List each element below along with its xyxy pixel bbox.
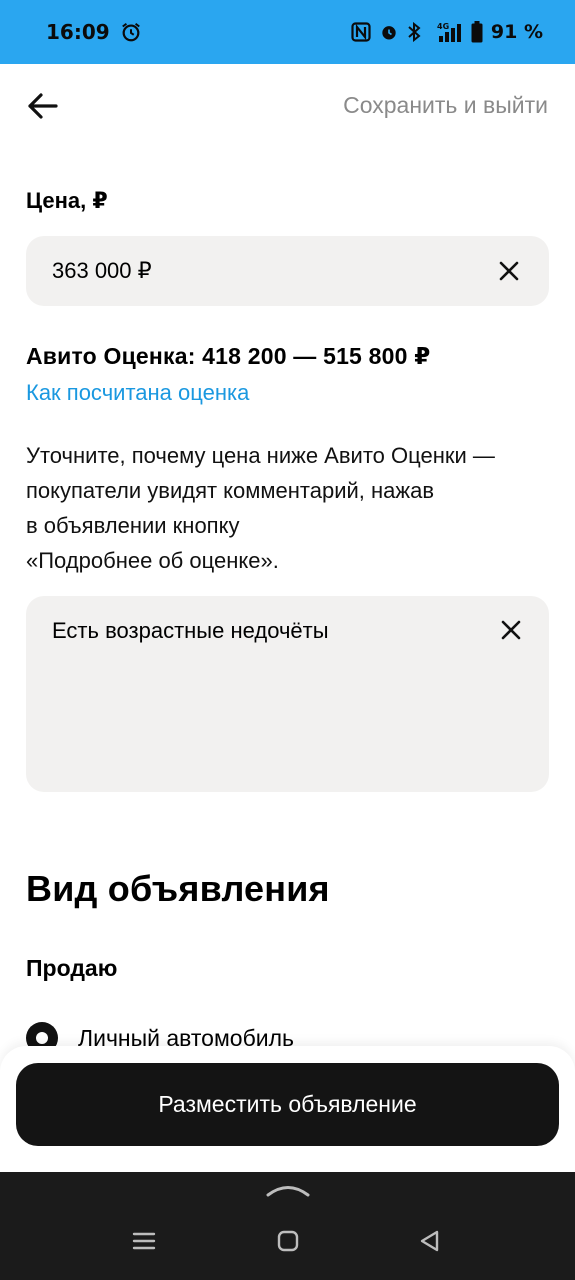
chevron-up-icon[interactable] [265, 1180, 311, 1198]
menu-icon[interactable] [131, 1228, 157, 1254]
close-icon [499, 261, 519, 281]
bluetooth-icon [407, 22, 421, 42]
publish-listing-button[interactable]: Разместить объявление [16, 1063, 559, 1146]
price-clear-button[interactable] [495, 257, 523, 285]
home-icon[interactable] [275, 1228, 301, 1254]
svg-text:4G: 4G [437, 22, 449, 31]
battery-percent: 91 % [490, 21, 543, 43]
price-hint-text: Уточните, почему цена ниже Авито Оценки … [26, 438, 556, 578]
back-triangle-icon[interactable] [417, 1228, 443, 1254]
close-icon [501, 620, 521, 640]
price-value[interactable]: 363 000 ₽ [52, 258, 495, 284]
screen: 16:09 4G 91 % Сохранить и выйти Цена, ₽ … [0, 0, 575, 1280]
hint-line: покупатели увидят комментарий, нажав [26, 478, 435, 503]
avito-estimate: Авито Оценка: 418 200 — 515 800 ₽ [26, 343, 431, 369]
signal-4g-icon: 4G [429, 21, 463, 43]
save-and-exit-button[interactable]: Сохранить и выйти [343, 92, 548, 119]
status-right: 4G 91 % [351, 21, 543, 43]
alarm-icon [379, 22, 399, 42]
hint-line: «Подробнее об оценке». [26, 548, 279, 573]
hint-line: Уточните, почему цена ниже Авито Оценки … [26, 443, 495, 468]
price-label: Цена, ₽ [26, 188, 108, 213]
comment-clear-button[interactable] [497, 616, 525, 644]
hint-line: в объявлении кнопку [26, 513, 240, 538]
sell-label: Продаю [26, 955, 118, 981]
listing-type-title: Вид объявления [26, 868, 330, 909]
status-time: 16:09 [46, 20, 110, 44]
battery-icon [471, 21, 483, 43]
alarm-icon [120, 21, 142, 43]
comment-value[interactable]: Есть возрастные недочёты [52, 618, 523, 644]
price-input[interactable]: 363 000 ₽ [26, 236, 549, 306]
how-estimate-calculated-link[interactable]: Как посчитана оценка [26, 380, 249, 406]
arrow-left-icon [28, 93, 58, 119]
price-comment-textarea[interactable]: Есть возрастные недочёты [26, 596, 549, 792]
nfc-icon [351, 22, 371, 42]
status-bar: 16:09 4G 91 % [0, 0, 575, 64]
status-left: 16:09 [46, 20, 142, 44]
back-button[interactable] [24, 88, 60, 124]
